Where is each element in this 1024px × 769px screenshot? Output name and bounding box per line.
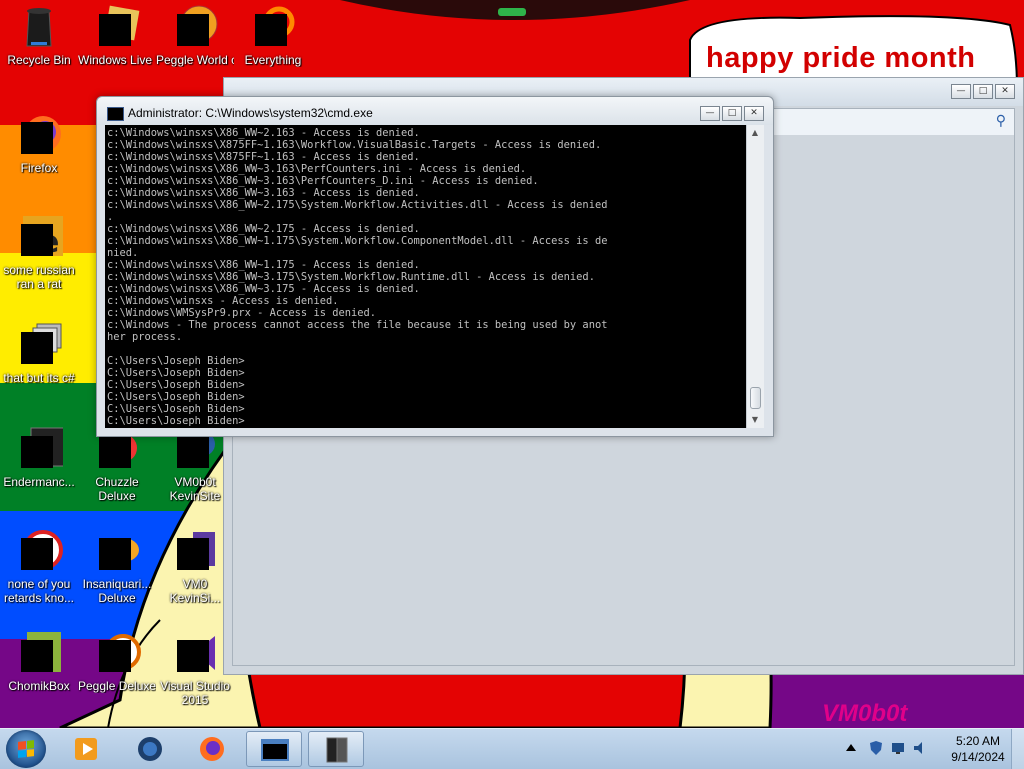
volume-icon[interactable] — [912, 740, 928, 756]
desktop-icon-endermanch[interactable]: Endermanc... — [0, 426, 78, 489]
system-tray: 5:20 AM 9/14/2024 — [838, 729, 1024, 769]
desktop-icon-label: Peggle World of Warcraft — [156, 53, 234, 67]
close-button[interactable]: ✕ — [744, 106, 764, 121]
network-icon[interactable] — [890, 740, 906, 756]
desktop-icon-label: Peggle Deluxe — [78, 679, 156, 693]
firefox-icon — [200, 737, 224, 761]
windows-logo-icon — [18, 740, 34, 758]
desktop-icon-chomikbox[interactable]: ChomikBox — [0, 630, 78, 693]
scrollbar-thumb[interactable] — [750, 387, 761, 409]
desktop-icon-label: some russian ran a rat — [3, 263, 75, 291]
desktop-icon-none-of-you[interactable]: none of you retards kno... — [0, 528, 78, 605]
taskbar-cmd[interactable] — [246, 731, 302, 767]
desktop-icon-label: Recycle Bin — [7, 53, 71, 67]
clock-date: 9/14/2024 — [951, 750, 1005, 764]
console-scrollbar[interactable]: ▲ ▼ — [746, 125, 764, 428]
minimize-button[interactable]: — — [700, 106, 720, 121]
everything-search-icon — [249, 4, 297, 52]
internet-explorer-icon — [138, 737, 162, 761]
scroll-down-arrow-icon[interactable]: ▼ — [749, 414, 761, 426]
console-output[interactable]: c:\Windows\winsxs\X86_WW~2.163 - Access … — [105, 125, 746, 428]
application-icon — [15, 426, 78, 474]
desktop-icon-everything[interactable]: Everything — [234, 4, 312, 67]
desktop-icon-chuzzle[interactable]: Chuzzle Deluxe — [78, 426, 156, 503]
visual-studio-icon — [171, 630, 219, 678]
cmd-icon — [107, 107, 124, 121]
start-button[interactable] — [6, 730, 46, 768]
taskbar-firefox[interactable] — [184, 731, 240, 767]
desktop-icon-label: Insaniquari... Deluxe — [82, 577, 152, 605]
desktop-icon-peggle-deluxe[interactable]: Peggle Deluxe — [78, 630, 156, 693]
taskbar-media-player[interactable] — [58, 731, 114, 767]
desktop-icon-recycle-bin[interactable]: Recycle Bin — [0, 4, 78, 67]
firefox-icon — [15, 112, 63, 160]
search-icon[interactable]: ⚲ — [996, 113, 1006, 129]
application-icon — [171, 528, 219, 576]
insaniquarium-icon — [93, 528, 141, 576]
desktop-icon-label: that but its c# — [3, 371, 75, 385]
desktop-icon-label: Everything — [244, 53, 302, 67]
desktop-icon-label: ChomikBox — [8, 679, 70, 693]
show-desktop-button[interactable] — [1011, 729, 1024, 769]
desktop-icon-label: Windows Live Mail — [78, 53, 156, 67]
artist-signature: VM0b0t — [822, 700, 908, 727]
peggle-icon — [93, 630, 141, 678]
desktop-icon-that-but-csharp[interactable]: that but its c# — [0, 322, 78, 385]
maximize-button[interactable]: □ — [973, 84, 993, 99]
window-title: Administrator: C:\Windows\system32\cmd.e… — [128, 106, 373, 120]
cmd-icon — [261, 739, 289, 761]
peggle-wow-icon — [171, 4, 219, 52]
desktop-icon-firefox[interactable]: Firefox — [0, 112, 78, 175]
desktop-icon-windows-live-mail[interactable]: Windows Live Mail — [78, 4, 156, 67]
close-button[interactable]: ✕ — [995, 84, 1015, 99]
window-titlebar[interactable]: Administrator: C:\Windows\system32\cmd.e… — [97, 97, 773, 125]
console-text: c:\Windows\winsxs\X86_WW~2.163 - Access … — [107, 127, 608, 427]
taskbar-internet-explorer[interactable] — [122, 731, 178, 767]
file-icon — [15, 528, 63, 576]
taskbar-window[interactable] — [308, 731, 364, 767]
windows-media-player-icon — [75, 738, 97, 760]
desktop-icon-label: Endermanc... — [3, 475, 75, 489]
pride-banner-text: happy pride month — [706, 42, 976, 74]
desktop-icon-label: none of you retards kno... — [3, 577, 75, 605]
system-clock[interactable]: 5:20 AM 9/14/2024 — [938, 733, 1018, 765]
desktop-icon-label: Visual Studio 2015 — [160, 679, 230, 707]
scroll-up-arrow-icon[interactable]: ▲ — [749, 127, 761, 139]
minimize-button[interactable]: — — [951, 84, 971, 99]
show-hidden-icons-arrow-icon[interactable] — [846, 744, 856, 751]
chomikbox-icon — [15, 630, 63, 678]
file-icon: e — [15, 214, 63, 262]
clock-time: 5:20 AM — [955, 734, 1001, 748]
recycle-bin-icon — [15, 4, 63, 52]
cmd-window[interactable]: Administrator: C:\Windows\system32\cmd.e… — [96, 96, 774, 437]
window-icon — [326, 737, 348, 763]
maximize-button[interactable]: □ — [722, 106, 742, 121]
desktop-icon-peggle-wow[interactable]: Peggle World of Warcraft — [156, 4, 234, 67]
desktop-icon-insaniquarium[interactable]: Insaniquari... Deluxe — [78, 528, 156, 605]
desktop-icon-russian-rat[interactable]: e some russian ran a rat — [0, 214, 78, 291]
file-icon — [15, 322, 63, 370]
taskbar: 5:20 AM 9/14/2024 — [0, 728, 1024, 769]
security-shield-icon[interactable] — [868, 740, 884, 756]
desktop-icon-label: Firefox — [20, 161, 58, 175]
windows-live-mail-icon — [93, 4, 141, 52]
desktop-icon-label: Chuzzle Deluxe — [95, 475, 139, 503]
